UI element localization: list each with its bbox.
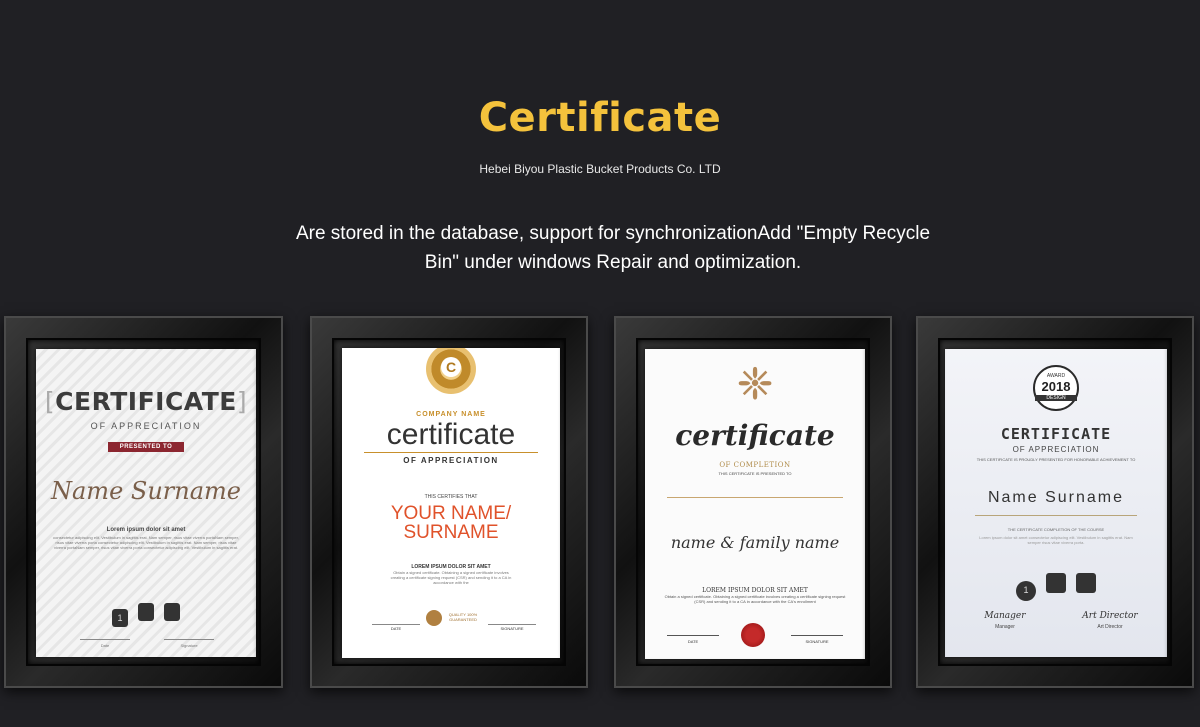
certificate-frame-3[interactable]: ❈ certificate OF COMPLETION THIS CERTIFI…: [614, 316, 892, 688]
gold-emblem-icon: C: [426, 348, 476, 394]
certificate-heading: CERTIFICATE: [55, 387, 237, 416]
award-bottom-text: DESIGN: [1035, 395, 1077, 401]
description: Are stored in the database, support for …: [290, 219, 936, 277]
date-label: Date: [100, 643, 110, 648]
certificate-frame-2[interactable]: C COMPANY NAME certificate OF APPRECIATI…: [310, 316, 588, 688]
manager-label: Manager: [995, 624, 1015, 630]
company-label: COMPANY NAME: [416, 411, 486, 418]
company-name: Hebei Biyou Plastic Bucket Products Co. …: [479, 162, 721, 176]
certificate-subheading: OF APPRECIATION: [403, 456, 499, 465]
certificate-subheading: OF APPRECIATION: [1012, 445, 1100, 454]
emblem-letter: C: [441, 357, 461, 377]
wax-seal-icon: [741, 623, 765, 647]
description-line-2: Bin" under windows Repair and optimizati…: [424, 252, 802, 273]
certificate-heading: certificate: [675, 419, 835, 452]
certificate-subheading: OF COMPLETION: [719, 461, 791, 469]
certificate-frame-4[interactable]: AWARD 2018 DESIGN CERTIFICATE OF APPRECI…: [916, 316, 1194, 688]
ornament-emblem-icon: ❈: [736, 360, 774, 409]
recipient-name: name & family name: [670, 533, 840, 552]
certificate-heading: certificate: [386, 418, 516, 451]
certificate-paper-3: ❈ certificate OF COMPLETION THIS CERTIFI…: [645, 349, 865, 659]
recipient-name: Name Surname: [51, 477, 241, 505]
date-label: DATE: [687, 639, 699, 644]
recipient-name: YOUR NAME/ SURNAME: [342, 504, 560, 542]
certifies-label: THIS CERTIFIES THAT: [424, 494, 478, 500]
genuine-quality-badge-icon: [138, 603, 154, 621]
manager-signature: Manager: [984, 611, 1026, 621]
body-title: Lorem ipsum dolor sit amet: [106, 527, 186, 533]
quality-seal: QUALITY 100% GUARANTEED: [448, 612, 478, 622]
award-year: 2018: [1041, 379, 1071, 394]
date-label: DATE: [390, 626, 402, 631]
presented-label: THIS CERTIFICATE IS PRESENTED TO: [718, 471, 792, 476]
body-text: Obtain a signed certificate. Obtaining a…: [664, 594, 846, 604]
number-one-badge-icon: 1: [1016, 581, 1036, 601]
art-director-label: Art Director: [1097, 624, 1123, 630]
certificate-paper-1: [CERTIFICATE] OF APPRECIATION PRESENTED …: [36, 349, 256, 657]
certificate-frame-1[interactable]: [CERTIFICATE] OF APPRECIATION PRESENTED …: [4, 316, 283, 688]
page-title: Certificate: [478, 95, 722, 141]
genuine-quality-badge-icon: [1046, 573, 1066, 593]
art-director-signature: Art Director: [1082, 611, 1138, 621]
recipient-name-line-2: SURNAME: [403, 522, 499, 543]
completion-label: THE CERTIFICATE COMPLETION OF THE COURSE: [1007, 527, 1105, 532]
recipient-name-line-1: YOUR NAME/: [390, 503, 512, 524]
signature-label: Signature: [180, 643, 198, 648]
body-title: LOREM IPSUM DOLOR SIT AMET: [702, 587, 808, 594]
award-badge-icon: AWARD 2018 DESIGN: [1033, 365, 1079, 411]
certificate-heading: CERTIFICATE: [1000, 425, 1112, 443]
body-text: consectetur adipiscing elit. Vestibulum …: [53, 535, 239, 550]
certificate-subheading: OF APPRECIATION: [90, 421, 202, 431]
body-text: Obtain a signed certificate. Obtaining a…: [390, 570, 512, 585]
certificate-paper-4: AWARD 2018 DESIGN CERTIFICATE OF APPRECI…: [945, 349, 1167, 657]
recipient-name: Name Surname: [987, 489, 1125, 506]
brand-badge-icon: [1076, 573, 1096, 593]
number-one-badge-icon: 1: [112, 609, 128, 627]
signature-label: SIGNATURE: [500, 626, 524, 631]
presented-ribbon: PRESENTED TO: [107, 442, 185, 452]
star-seal-icon: [426, 610, 442, 626]
presented-label: THIS CERTIFICATE IS PROUDLY PRESENTED FO…: [976, 457, 1136, 462]
description-line-1: Are stored in the database, support for …: [295, 223, 931, 244]
certificate-paper-2: C COMPANY NAME certificate OF APPRECIATI…: [342, 348, 560, 658]
signature-label: SIGNATURE: [805, 639, 829, 644]
body-text: Lorem ipsum dolor sit amet consectetur a…: [979, 535, 1133, 545]
brand-badge-icon: [164, 603, 180, 621]
